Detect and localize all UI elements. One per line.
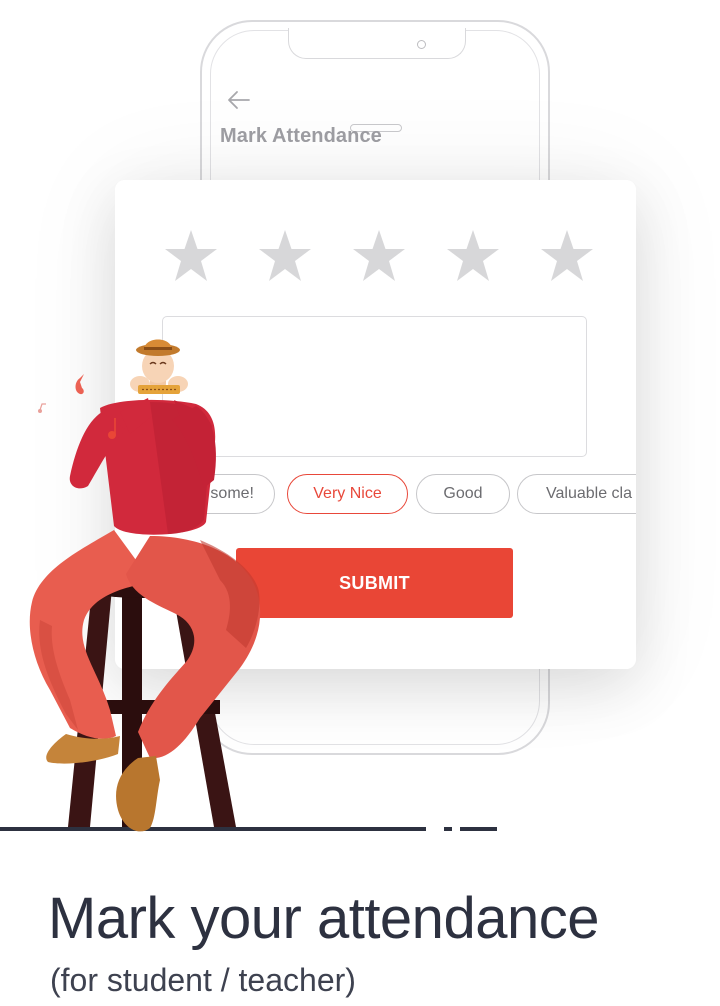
- man-head: [130, 339, 188, 394]
- page-subheadline: (for student / teacher): [50, 962, 356, 998]
- arrow-left-icon[interactable]: [226, 87, 252, 113]
- chip-valuable-class[interactable]: Valuable cla: [517, 474, 636, 514]
- camera-icon: [417, 40, 426, 49]
- chip-label: Valuable cla: [546, 485, 632, 502]
- man-body: [69, 398, 216, 535]
- man-legs: [29, 530, 261, 759]
- phone-notch: [288, 28, 466, 59]
- star-rating: [164, 229, 594, 283]
- page-headline: Mark your attendance: [48, 886, 599, 951]
- star-icon[interactable]: [540, 229, 594, 283]
- star-icon[interactable]: [164, 229, 218, 283]
- man-shoes: [46, 734, 160, 832]
- star-icon[interactable]: [352, 229, 406, 283]
- star-icon[interactable]: [258, 229, 312, 283]
- star-icon[interactable]: [446, 229, 500, 283]
- screen-title: Mark Attendance: [220, 125, 382, 147]
- musician-illustration: [0, 339, 497, 832]
